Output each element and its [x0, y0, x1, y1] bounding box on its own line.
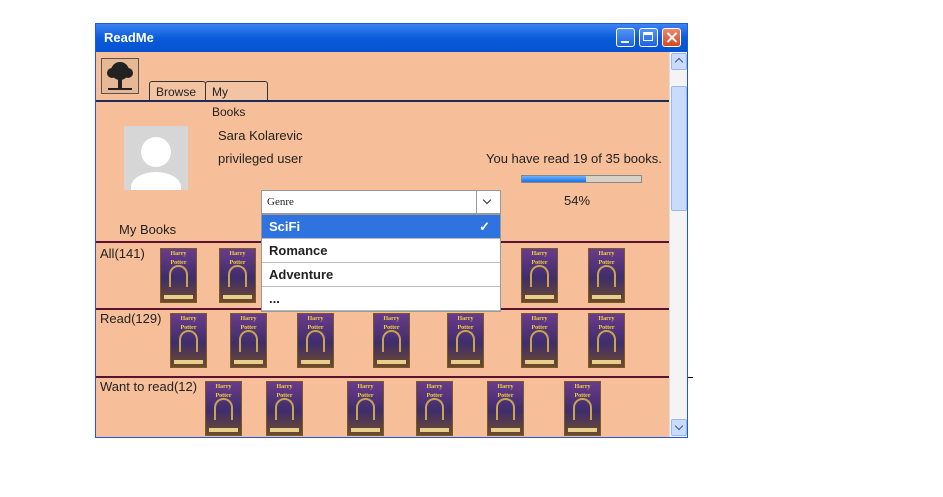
genre-select-value: Genre	[267, 196, 294, 208]
book-cover[interactable]: Harry Potter	[160, 248, 197, 303]
book-cover-title: Harry Potter	[457, 316, 474, 331]
scroll-up-arrow-icon[interactable]	[671, 53, 687, 70]
book-cover[interactable]: Harry Potter	[347, 381, 384, 436]
book-cover-title: Harry Potter	[598, 316, 615, 331]
vertical-scrollbar[interactable]	[669, 52, 687, 437]
book-cover-title: Harry Potter	[598, 251, 615, 266]
book-cover[interactable]: Harry Potter	[487, 381, 524, 436]
genre-option-romance[interactable]: Romance	[262, 239, 500, 263]
close-button[interactable]	[662, 28, 681, 47]
app-logo	[101, 58, 139, 94]
read-summary: You have read 19 of 35 books.	[486, 151, 662, 166]
checkmark-icon: ✓	[479, 219, 490, 234]
book-cover[interactable]: Harry Potter	[521, 313, 558, 368]
book-cover-title: Harry Potter	[426, 384, 443, 399]
genre-select[interactable]: Genre	[261, 190, 501, 214]
divider	[688, 377, 693, 378]
my-books-heading: My Books	[119, 222, 177, 237]
book-cover-title: Harry Potter	[531, 316, 548, 331]
genre-dropdown: SciFi ✓ Romance Adventure ...	[261, 214, 501, 312]
book-cover-title: Harry Potter	[531, 251, 548, 266]
progress-percent: 54%	[564, 193, 591, 208]
shelf-label-read[interactable]: Read(129)	[100, 311, 161, 326]
user-name: Sara Kolarevic	[218, 128, 303, 143]
book-cover-title: Harry Potter	[276, 384, 293, 399]
book-cover[interactable]: Harry Potter	[588, 248, 625, 303]
window-title: ReadMe	[104, 30, 154, 45]
user-role: privileged user	[218, 151, 303, 166]
book-cover[interactable]: Harry Potter	[447, 313, 484, 368]
scroll-down-arrow-icon[interactable]	[671, 419, 687, 436]
book-cover[interactable]: Harry Potter	[205, 381, 242, 436]
book-cover-title: Harry Potter	[574, 384, 591, 399]
book-cover-title: Harry Potter	[307, 316, 324, 331]
genre-option-adventure[interactable]: Adventure	[262, 263, 500, 287]
book-cover-title: Harry Potter	[497, 384, 514, 399]
avatar	[124, 126, 188, 190]
book-cover-title: Harry Potter	[180, 316, 197, 331]
title-bar[interactable]: ReadMe	[96, 24, 687, 52]
book-cover[interactable]: Harry Potter	[230, 313, 267, 368]
progress-fill	[522, 176, 587, 182]
genre-option-more[interactable]: ...	[262, 287, 500, 311]
book-cover[interactable]: Harry Potter	[297, 313, 334, 368]
book-cover[interactable]: Harry Potter	[416, 381, 453, 436]
chevron-down-icon[interactable]	[476, 191, 500, 213]
scroll-thumb[interactable]	[671, 86, 687, 211]
reading-progress-bar	[521, 175, 642, 183]
book-cover-title: Harry Potter	[170, 251, 187, 266]
book-cover[interactable]: Harry Potter	[588, 313, 625, 368]
maximize-button[interactable]	[639, 28, 658, 47]
tab-browse[interactable]: Browse	[149, 81, 206, 101]
book-cover[interactable]: Harry Potter	[564, 381, 601, 436]
app-window: ReadMe Browse My Books Sara Kolarevic pr…	[95, 23, 688, 438]
book-cover-title: Harry Potter	[383, 316, 400, 331]
book-cover-title: Harry Potter	[357, 384, 374, 399]
book-cover[interactable]: Harry Potter	[266, 381, 303, 436]
book-cover-title: Harry Potter	[215, 384, 232, 399]
genre-option-label: SciFi	[269, 219, 301, 234]
shelf-label-all[interactable]: All(141)	[100, 246, 145, 261]
shelf-divider	[96, 376, 669, 378]
book-cover[interactable]: Harry Potter	[170, 313, 207, 368]
book-cover[interactable]: Harry Potter	[373, 313, 410, 368]
book-cover-title: Harry Potter	[240, 316, 257, 331]
nav-divider	[96, 100, 669, 102]
minimize-button[interactable]	[616, 28, 635, 47]
tab-my-books[interactable]: My Books	[205, 81, 268, 119]
genre-option-scifi[interactable]: SciFi ✓	[262, 215, 500, 239]
book-cover[interactable]: Harry Potter	[219, 248, 256, 303]
tree-logo-icon	[107, 62, 133, 90]
book-cover-title: Harry Potter	[229, 251, 246, 266]
book-cover[interactable]: Harry Potter	[521, 248, 558, 303]
shelf-label-want-to-read[interactable]: Want to read(12)	[100, 379, 197, 394]
